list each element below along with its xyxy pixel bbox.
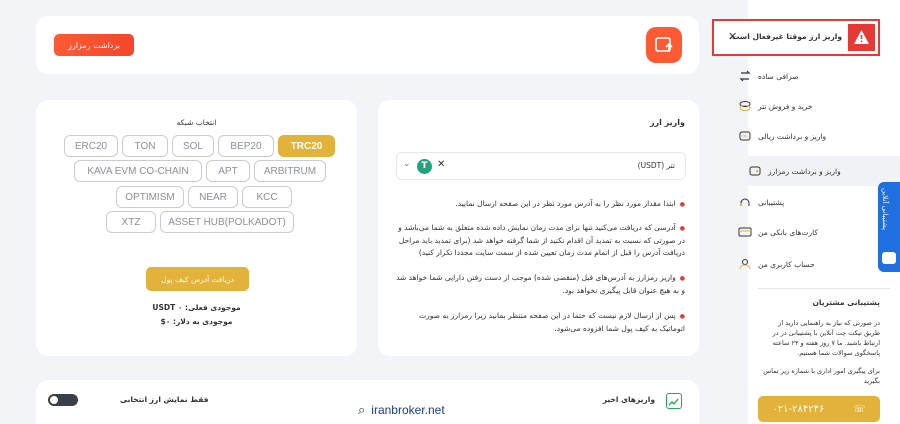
chip-asset-hub[interactable]: ASSET HUB(POLKADOT) [160,211,294,233]
sidebar-item-bank-cards[interactable]: کارت‌های بانکی من [738,218,888,246]
crypto-wallet-icon [748,164,762,178]
sidebar-item-buy-sell-tether[interactable]: خرید و فروش تتر [738,92,888,120]
phone-button[interactable]: ۰۲۱-۲۸۴۲۴۶ ☏ [758,396,880,422]
sidebar-item-support[interactable]: پشتیبانی [738,188,888,216]
chip-optimism[interactable]: OPTIMISM [116,186,184,208]
deposit-note-1: ابتدا مقدار مورد نظر را به آدرس مورد نظر… [395,198,685,211]
support-title: پشتیبانی مشتریان [812,298,881,307]
chip-trc20[interactable]: TRC20 [278,135,335,157]
wallet-upload-icon [646,27,682,63]
chip-sol[interactable]: SOL [172,135,214,157]
support-text-2: برای پیگیری امور اداری با شماره زیر تماس… [763,367,880,385]
chip-kava[interactable]: KAVA EVM CO-CHAIN [74,160,202,182]
sidebar-item-account[interactable]: حساب کاربری من [738,250,888,278]
sidebar-divider [758,288,890,289]
watermark-text: iranbroker.net [371,403,445,417]
close-icon[interactable]: ✕ [728,30,737,43]
sidebar-item-label: واریز و برداشت رمزارز [768,166,841,176]
toast-message: واریز ارز موقتا غیرفعال است. [729,32,842,41]
sidebar-item-label: خرید و فروش تتر [758,101,813,111]
phone-icon: ☏ [853,403,866,415]
sidebar-item-label: پشتیبانی [758,197,785,207]
deposit-title: واریز ارز [649,118,685,127]
deposit-note-2: آدرسی که دریافت می‌کنید تنها برای مدت زم… [395,222,685,259]
filter-selected-label: فقط نمایش ارز انتخابی [120,395,209,404]
sidebar-item-crypto[interactable]: واریز و برداشت رمزارز [748,156,900,186]
sidebar-item-label: صرافی ساده [758,71,799,81]
online-support-tab[interactable]: پشتیبانی آنلاین [878,182,900,272]
chevron-down-icon[interactable]: ⌄ [403,159,411,169]
chip-near[interactable]: NEAR [188,186,238,208]
chip-bep20[interactable]: BEP20 [218,135,274,157]
sidebar-item-label: واریز و برداشت ریالی [758,131,827,141]
exchange-icon [738,69,752,83]
network-title: انتخاب شبکه [176,118,217,127]
sidebar-item-rial[interactable]: واریز و برداشت ریالی [738,122,888,150]
chip-apt[interactable]: APT [206,160,250,182]
sidebar-item-label: حساب کاربری من [758,259,815,269]
chip-arbitrum[interactable]: ARBITRUM [254,160,326,182]
deposit-note-3: واریز رمزارز به آدرس‌های قبل (منقضی شده)… [395,272,685,297]
support-text: در صورتی که نیاز به راهنمایی دارید از طر… [772,319,880,357]
search-icon: ⌕ [358,402,366,418]
deposit-note-4: پس از ارسال لازم نیست که حتما در این صفح… [395,310,685,335]
watermark: ⌕ iranbroker.net [340,396,482,424]
phone-number: ۰۲۱-۲۸۴۲۴۶ [772,403,825,415]
deposit-card: واریز ارز تتر (USDT) ⌄ T ✕ ابتدا مقدار م… [378,100,699,356]
get-wallet-address-button[interactable]: دریافت آدرس کیف پول [146,267,249,291]
coins-icon [738,99,752,113]
error-toast: واریز ارز موقتا غیرفعال است. ✕ [712,19,880,56]
rial-icon [738,129,752,143]
online-support-label: پشتیبانی آنلاین [881,188,889,231]
currency-select-value: تتر (USDT) [637,161,675,170]
chip-xtz[interactable]: XTZ [106,211,156,233]
currency-select[interactable]: تتر (USDT) ⌄ T ✕ [396,152,686,180]
warning-icon [848,24,875,51]
chat-icon [882,252,896,264]
filter-selected-toggle[interactable] [48,394,78,406]
network-card: انتخاب شبکه TRC20 BEP20 SOL TON ERC20 AR… [36,100,357,356]
recent-deposits-title: واریزهای اخیر [602,395,655,404]
chip-ton[interactable]: TON [122,135,168,157]
tether-icon: T [417,159,432,174]
user-icon [738,257,752,271]
clear-icon[interactable]: ✕ [437,159,445,170]
headset-icon [738,195,752,209]
chip-kcc[interactable]: KCC [242,186,292,208]
sidebar-item-label: کارت‌های بانکی من [758,227,818,237]
top-card: برداشت رمزارز [36,16,699,74]
current-balance: موجودی فعلی: USDT ۰ [152,303,241,312]
chip-erc20[interactable]: ERC20 [64,135,118,157]
withdraw-crypto-button[interactable]: برداشت رمزارز [54,34,134,56]
sidebar-item-simple-exchange[interactable]: صرافی ساده [738,62,888,90]
chart-icon [666,393,682,409]
card-icon [738,225,752,239]
balance-usd: موجودی به دلار: ۰$ [160,317,233,326]
